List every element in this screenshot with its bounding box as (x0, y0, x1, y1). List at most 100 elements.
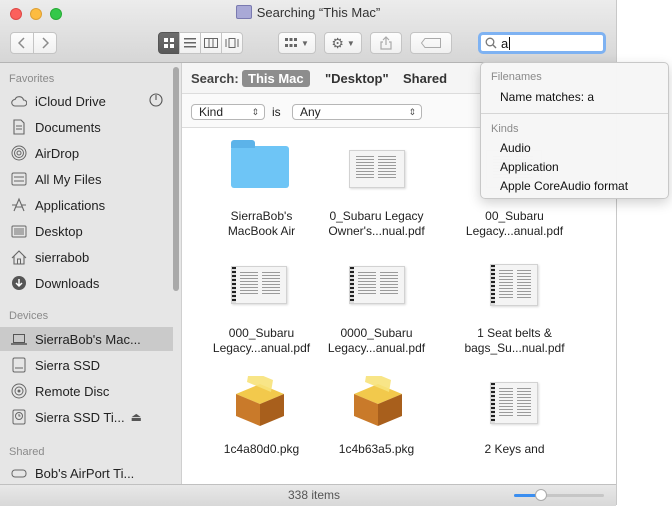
sidebar-section-favorites: Favorites (9, 73, 55, 85)
file-name-line2: bags_Su...nual.pdf (464, 341, 565, 355)
window-title-text: Searching “This Mac” (256, 5, 381, 20)
sidebar-item-sierrabob[interactable]: sierrabob (0, 245, 173, 269)
window-title: Searching “This Mac” (0, 4, 616, 22)
view-mode-control (158, 32, 243, 54)
suggestion-kind-coreaudio[interactable]: Apple CoreAudio format (500, 179, 628, 193)
file-name-line2: Legacy...anual.pdf (327, 341, 426, 355)
disk-icon (11, 357, 27, 373)
file-name-line1: 0000_Subaru (340, 326, 413, 340)
sidebar-item-label: AirDrop (35, 145, 80, 161)
sidebar-section-shared: Shared (9, 446, 45, 458)
arrange-grid-icon (285, 38, 298, 47)
criteria-attribute-popup[interactable]: Kind ⇕ (191, 104, 265, 120)
sidebar-item-label: SierraBob's Mac... (35, 331, 141, 347)
search-field[interactable]: a (478, 32, 606, 54)
sidebar-item-documents[interactable]: Documents (0, 115, 173, 139)
downloads-icon (11, 275, 27, 291)
item-count: 338 items (287, 488, 341, 502)
progress-ring-icon (149, 92, 163, 110)
applications-icon (11, 197, 27, 213)
pdf-document-icon (349, 150, 405, 188)
suggestions-header-filenames: Filenames (491, 71, 542, 83)
airport-icon (11, 465, 27, 481)
column-view-button[interactable] (200, 32, 222, 54)
smart-folder-icon (235, 5, 252, 19)
slider-knob[interactable] (535, 489, 547, 501)
file-name-line1: SierraBob's (230, 209, 293, 223)
sidebar-item-desktop[interactable]: Desktop (0, 219, 173, 243)
sidebar-item-airdrop[interactable]: AirDrop (0, 141, 173, 165)
sidebar-item-sierra-ssd[interactable]: Sierra SSD (0, 353, 173, 377)
share-button[interactable] (370, 32, 402, 54)
title-bar: Searching “This Mac” ▼ ⚙ ▼ a (0, 0, 616, 63)
file-name-line1: 1c4b63a5.pkg (338, 442, 415, 456)
suggestion-name-matches[interactable]: Name matches: a (500, 90, 594, 104)
scope-shared-button[interactable]: Shared (397, 70, 453, 87)
updown-chevron-icon: ⇕ (408, 107, 416, 117)
sidebar-scrollbar[interactable] (173, 67, 179, 291)
chevron-left-icon (18, 37, 25, 49)
icon-view-button[interactable] (158, 32, 180, 54)
forward-button[interactable] (33, 32, 57, 54)
arrange-button[interactable]: ▼ (278, 32, 316, 54)
sidebar-item-label: Remote Disc (35, 383, 110, 399)
chevron-down-icon: ▼ (301, 38, 309, 48)
pdf-document-icon (231, 266, 287, 304)
suggestion-kind-application[interactable]: Application (500, 160, 559, 174)
icon-size-slider[interactable] (514, 489, 604, 501)
file-name-line1: 00_Subaru (485, 209, 544, 223)
status-bar: 338 items (0, 484, 616, 506)
optical-disc-icon (11, 383, 27, 399)
suggestions-header-kinds: Kinds (491, 123, 519, 135)
file-name-line2: MacBook Air (227, 224, 296, 238)
sidebar-section-devices: Devices (9, 310, 49, 322)
search-input-value: a (501, 35, 509, 51)
airdrop-icon (11, 145, 27, 161)
criteria-attribute-value: Kind (199, 105, 224, 119)
suggestion-kind-audio[interactable]: Audio (500, 141, 531, 155)
criteria-value-popup[interactable]: Any ⇕ (292, 104, 422, 120)
scope-desktop-button[interactable]: "Desktop" (319, 70, 395, 87)
pdf-document-icon (349, 266, 405, 304)
cover-flow-icon (225, 38, 239, 48)
scope-this-mac-button[interactable]: This Mac (242, 70, 310, 87)
tag-icon (421, 38, 441, 48)
documents-icon (11, 119, 27, 135)
menu-separator (481, 113, 668, 114)
list-view-button[interactable] (179, 32, 201, 54)
eject-icon[interactable]: ⏏ (131, 410, 142, 424)
sidebar-item-remote-disc[interactable]: Remote Disc (0, 379, 173, 403)
column-view-icon (204, 38, 218, 48)
file-name-line1: 1c4a80d0.pkg (223, 442, 300, 456)
sidebar-item-label: sierrabob (35, 249, 90, 265)
sidebar-item-downloads[interactable]: Downloads (0, 271, 173, 295)
share-icon (380, 36, 392, 50)
chevron-right-icon (42, 37, 49, 49)
action-button[interactable]: ⚙ ▼ (324, 32, 362, 54)
sidebar-item-applications[interactable]: Applications (0, 193, 173, 217)
sidebar-item-label: Sierra SSD Ti... (35, 409, 125, 425)
sidebar-item-label: All My Files (35, 171, 102, 187)
tag-button[interactable] (410, 32, 452, 54)
package-icon (236, 376, 284, 426)
file-name-line1: 2 Keys and (484, 442, 545, 456)
criteria-operator: is (272, 105, 281, 119)
sidebar-item-icloud-drive[interactable]: iCloud Drive (0, 89, 173, 113)
sidebar-item-sierra-ssd-time-machine[interactable]: Sierra SSD Ti... ⏏ (0, 405, 173, 429)
sidebar-item-sierrabobs-mac[interactable]: SierraBob's Mac... (0, 327, 173, 351)
cloud-icon (11, 93, 27, 109)
sidebar-item-all-my-files[interactable]: All My Files (0, 167, 173, 191)
sidebar-item-bobs-airport[interactable]: Bob's AirPort Ti... (0, 461, 173, 484)
cover-flow-view-button[interactable] (221, 32, 243, 54)
sidebar-item-label: Downloads (35, 275, 100, 291)
sidebar-item-label: Bob's AirPort Ti... (35, 465, 135, 481)
file-name-line2: Owner's...nual.pdf (328, 224, 425, 238)
back-button[interactable] (10, 32, 34, 54)
file-name-line1: 1 Seat belts & (477, 326, 552, 340)
file-name-line1: 000_Subaru (228, 326, 295, 340)
sidebar: Favorites iCloud Drive Documents AirDrop… (0, 63, 182, 484)
desktop-icon (11, 223, 27, 239)
package-icon (354, 376, 402, 426)
search-suggestions-menu: Filenames Name matches: a Kinds Audio Ap… (480, 62, 669, 199)
sidebar-item-label: Documents (35, 119, 101, 135)
